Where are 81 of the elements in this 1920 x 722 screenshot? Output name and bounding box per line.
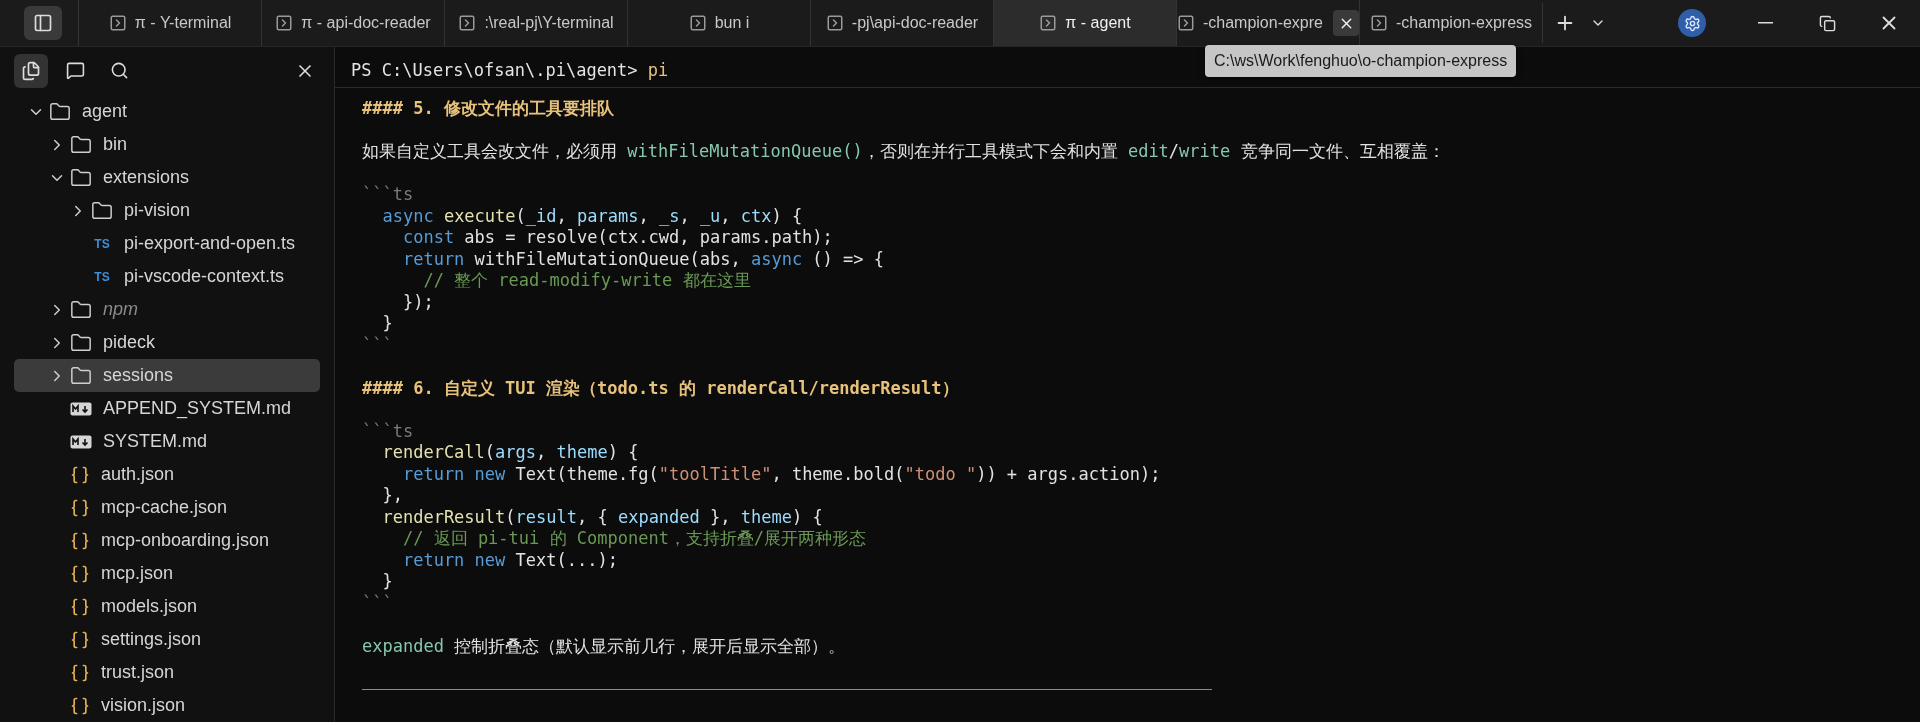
braces-icon	[70, 563, 90, 584]
tree-item[interactable]: pi-vision	[14, 194, 320, 227]
tree-item[interactable]: npm	[14, 293, 320, 326]
code-line: },	[381, 485, 403, 507]
folder-icon	[70, 331, 92, 354]
tree-item[interactable]: vision.json	[14, 689, 320, 722]
tree-item[interactable]: agent	[14, 95, 320, 128]
tree-item[interactable]: TS pi-vscode-context.ts	[14, 260, 320, 293]
folder-icon	[91, 199, 113, 222]
folder-icon	[70, 133, 92, 156]
terminal-icon	[458, 14, 477, 32]
folder-icon	[70, 166, 92, 189]
tree-item[interactable]: APPEND_SYSTEM.md	[14, 392, 320, 425]
code-line: renderResult(result, { expanded }, theme) {	[381, 506, 823, 528]
sidebar-toggle-button[interactable]	[24, 6, 62, 40]
tab[interactable]: :\real-pj\Y-terminal	[444, 0, 627, 46]
braces-icon	[70, 662, 90, 683]
close-tab-button[interactable]	[1333, 10, 1359, 36]
tree-item[interactable]: TS pi-export-and-open.ts	[14, 227, 320, 260]
tree-item[interactable]: models.json	[14, 590, 320, 623]
code-fence: ```ts	[362, 420, 414, 442]
restore-icon	[1818, 14, 1836, 32]
markdown-icon	[70, 434, 92, 449]
code-line: return new Text(theme.fg("toolTitle", theme.bold("todo ")) + args.action);	[401, 463, 1161, 485]
tree-item[interactable]: trust.json	[14, 656, 320, 689]
files-icon[interactable]	[14, 53, 48, 88]
tree-item[interactable]: extensions	[14, 161, 320, 194]
folder-icon	[49, 100, 71, 123]
typescript-icon: TS	[91, 269, 113, 284]
terminal-icon	[1369, 14, 1388, 32]
tree-item[interactable]: settings.json	[14, 623, 320, 656]
tree-item[interactable]: pideck	[14, 326, 320, 359]
braces-icon	[70, 596, 90, 617]
braces-icon	[70, 629, 90, 650]
minimize-icon	[1757, 22, 1773, 24]
tree-item[interactable]: auth.json	[14, 458, 320, 491]
tree-item[interactable]: bin	[14, 128, 320, 161]
braces-icon	[70, 530, 90, 551]
tree-item[interactable]: sessions	[14, 359, 320, 392]
terminal-icon	[1177, 14, 1195, 32]
braces-icon	[70, 695, 90, 716]
code-line: async execute(_id, params, _s, _u, ctx) {	[381, 205, 803, 227]
section-heading: #### 5. 修改文件的工具要排队	[362, 98, 614, 120]
panel-icon	[33, 13, 53, 33]
code-line: }	[381, 313, 393, 335]
code-line: return withFileMutationQueue(abs, async () => {	[401, 248, 884, 270]
paragraph: expanded 控制折叠态（默认显示前几行，展开后显示全部）。	[362, 635, 846, 657]
code-line: });	[401, 291, 434, 313]
code-line: // 返回 pi-tui 的 Component，支持折叠/展开两种形态	[401, 528, 867, 550]
tree-item[interactable]: mcp.json	[14, 557, 320, 590]
code-fence: ```	[362, 334, 393, 356]
tab[interactable]: π - Y-terminal	[78, 0, 261, 46]
code-line: renderCall(args, theme) {	[381, 442, 639, 464]
terminal-icon	[825, 14, 844, 32]
code-line: const abs = resolve(ctx.cwd, params.path);	[401, 227, 833, 249]
terminal-icon	[275, 14, 294, 32]
code-fence: ```ts	[362, 184, 414, 206]
terminal-icon	[688, 14, 707, 32]
folder-icon	[70, 364, 92, 387]
tree-item[interactable]: SYSTEM.md	[14, 425, 320, 458]
terminal-icon	[108, 14, 127, 32]
tree-item[interactable]: mcp-onboarding.json	[14, 524, 320, 557]
markdown-icon	[70, 401, 92, 416]
paragraph: 如果自定义工具会改文件，必须用 withFileMutationQueue()，否则在并行工具模式下会和内置 edit/write 竞争同一文件、互相覆盖：	[362, 141, 1445, 163]
braces-icon	[70, 497, 90, 518]
prompt-line: PS C:\Users\ofsan\.pi\agent> pi	[351, 59, 669, 82]
tree-item[interactable]: mcp-cache.json	[14, 491, 320, 524]
code-line: // 整个 read-modify-write 都在这里	[422, 270, 751, 292]
terminal-icon	[1039, 14, 1058, 32]
folder-icon	[70, 298, 92, 321]
tab[interactable]: bun i	[627, 0, 810, 46]
code-fence: ```	[362, 592, 393, 614]
section-heading: #### 6. 自定义 TUI 渲染（todo.ts 的 renderCall/renderResult）	[362, 377, 959, 399]
tab[interactable]: π - agent	[993, 0, 1176, 46]
code-line: return new Text(...);	[401, 549, 618, 571]
tab[interactable]: π - api-doc-reader	[261, 0, 444, 46]
typescript-icon: TS	[91, 236, 113, 251]
tooltip: C:\ws\Work\fenghuo\o-champion-express	[1205, 45, 1517, 77]
settings-icon[interactable]	[1678, 9, 1706, 37]
code-line: }	[381, 571, 393, 593]
braces-icon	[70, 464, 90, 485]
